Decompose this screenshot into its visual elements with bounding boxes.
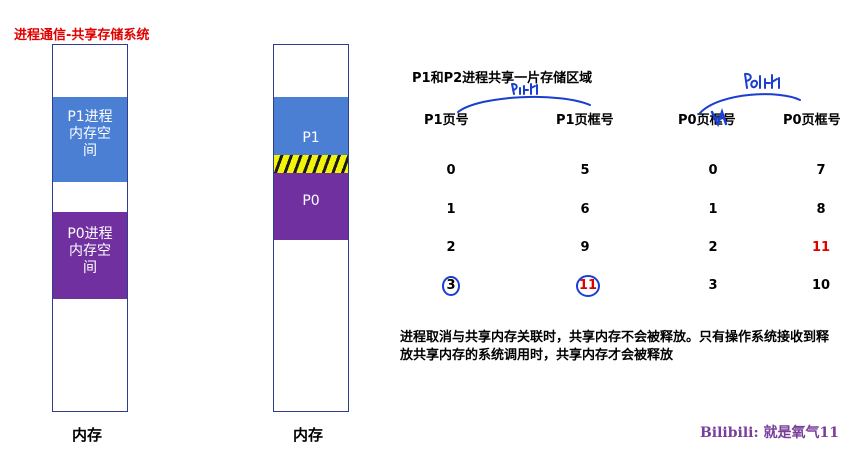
pen-circle-11: [576, 275, 600, 297]
pen-circle-3: [442, 276, 460, 296]
pen-scribble-p0: [744, 72, 780, 89]
pen-scribble-p1: [511, 83, 538, 95]
pen-arc-p0: [699, 93, 801, 114]
pen-scribble-p0-header: [710, 108, 728, 128]
release-note: 进程取消与共享内存关联时，共享内存不会被释放。只有操作系统接收到释放共享内存的系…: [400, 330, 830, 363]
pen-annotations: [442, 72, 801, 297]
watermark: Bilibili: 就是氧气11: [699, 425, 839, 441]
pen-arc-p1: [457, 95, 591, 113]
